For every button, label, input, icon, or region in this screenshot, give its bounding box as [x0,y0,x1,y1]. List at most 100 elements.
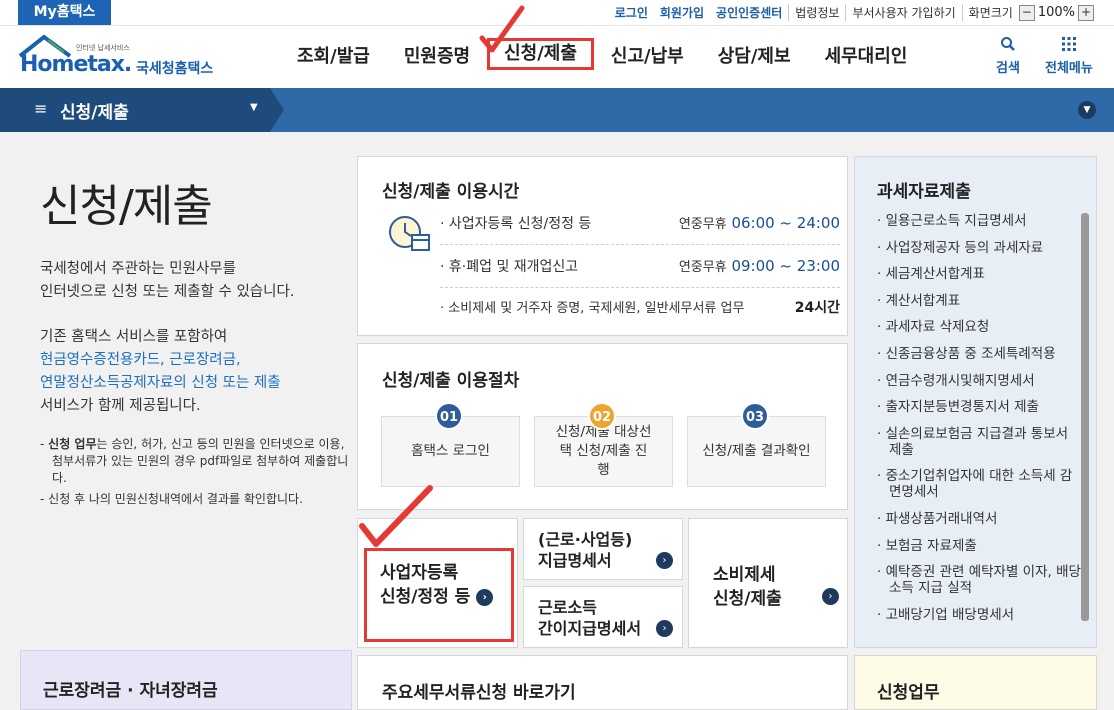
tile-label: 소비제세 신청/제출 [713,563,782,611]
note-text: 는 승인, 허가, 신고 등의 민원을 인터넷으로 이용, 첨부서류가 있는 민… [52,437,349,485]
tax-data-submission-panel: 과세자료제출 · 일용근로소득 지급명세서 · 사업장제공자 등의 과세자료 ·… [854,156,1097,648]
hours-row: · 휴·폐업 및 재개업신고 연중무휴 09:00 ~ 23:00 [440,256,840,276]
chevron-down-icon[interactable]: ▼ [1078,101,1096,119]
divider [440,287,840,288]
intro-section: 신청/제출 국세청에서 주관하는 민원사무를 인터넷으로 신청 또는 제출할 수… [40,170,350,512]
list-item-text: 중소기업취업자에 대한 소득세 감면명세서 [885,468,1073,501]
card-title: 주요세무서류신청 바로가기 [382,683,576,703]
login-link[interactable]: 로그인 [609,4,654,21]
step-number: 01 [435,402,463,430]
hamburger-icon: ≡ [34,99,48,118]
panel-list-item[interactable]: · 보험금 자료제출 [877,538,1082,554]
full-menu-button[interactable]: 전체메뉴 [1045,36,1093,76]
tile-label-line: 지급명세서 [538,551,612,570]
panel-list-item[interactable]: · 세금계산서합계표 [877,266,1082,282]
logo-wordmark: Hometax. [20,52,132,77]
screen-size-label: 화면크기 [961,4,1019,21]
list-item-text: 사업장제공자 등의 과세자료 [885,239,1044,256]
panel-list-item[interactable]: · 실손의료보험금 지급결과 통보서 제출 [877,426,1082,458]
panel-scrollbar[interactable] [1081,213,1089,621]
breadcrumb-arrow [270,88,284,132]
list-item-text: 일용근로소득 지급명세서 [885,213,1027,229]
tile-label: (근로·사업등) 지급명세서 [538,529,632,571]
section-title: 신청/제출 [60,103,129,123]
panel-list: · 일용근로소득 지급명세서 · 사업장제공자 등의 과세자료 · 세금계산서합… [877,213,1082,633]
section-dropdown[interactable]: ≡ 신청/제출 ▼ [0,88,270,132]
hours-row-range: 24시간 [794,300,840,316]
hours-row-time: 연중무휴 09:00 ~ 23:00 [679,256,840,276]
simple-statement-tile[interactable]: 근로소득 간이지급명세서 › [523,586,683,648]
nav-tax-agent[interactable]: 세무대리인 [808,26,925,88]
full-menu-label: 전체메뉴 [1045,61,1093,76]
panel-list-item[interactable]: · 연금수령개시및해지명세서 [877,373,1082,389]
hours-row-time: 연중무휴 06:00 ~ 24:00 [679,213,840,233]
panel-list-item[interactable]: · 고배당기업 배당명세서 [877,607,1082,623]
list-item-text: 신종금융상품 중 조세특례적용 [885,345,1056,362]
intro-highlight-link[interactable]: 연말정산소득공제자료의 신청 또는 제출 [40,372,350,395]
global-nav: 조회/발급 민원증명 신청/제출 신고/납부 상담/제보 세무대리인 [280,26,924,88]
hours-row: · 사업자등록 신청/정정 등 연중무휴 06:00 ~ 24:00 [440,213,840,233]
nav-report-pay[interactable]: 신고/납부 [594,26,701,88]
tile-label-line: 신청/제출 [713,589,782,609]
chevron-right-icon: › [656,552,673,569]
panel-list-item[interactable]: · 중소기업취업자에 대한 소득세 감면명세서 [877,468,1082,500]
note-item: - 신청 업무는 승인, 허가, 신고 등의 민원을 인터넷으로 이용, 첨부서… [40,437,349,485]
intro-notes: - 신청 업무는 승인, 허가, 신고 등의 민원을 인터넷으로 이용, 첨부서… [40,436,350,508]
list-item-text: 고배당기업 배당명세서 [885,606,1015,623]
grid-menu-icon [1045,36,1093,57]
red-check-annotation-icon [359,485,433,547]
earned-income-credit-card: 근로장려금 · 자녀장려금 [20,650,352,710]
hours-card: 신청/제출 이용시간 · 사업자등록 신청/정정 등 연중무휴 06:00 ~ … [357,156,848,336]
logo-korean-name: 국세청홈택스 [136,61,214,77]
list-item-text: 파생상품거래내역서 [885,510,998,527]
zoom-in-button[interactable]: + [1078,4,1094,21]
cert-center-link[interactable]: 공인인증센터 [710,4,788,21]
panel-list-item[interactable]: · 예탁증권 관련 예탁자별 이자, 배당소득 지급 실적 [877,564,1082,596]
hours-row: · 소비제세 및 거주자 증명, 국제세원, 일반세무서류 업무 24시간 [440,297,840,317]
panel-title: 과세자료제출 [877,182,971,202]
nav-consult-report[interactable]: 상담/제보 [701,26,808,88]
panel-list-item[interactable]: · 파생상품거래내역서 [877,511,1082,527]
list-item-text: 과세자료 삭제요청 [885,319,990,336]
major-docs-shortcut-card: 주요세무서류신청 바로가기 [357,655,848,710]
step-number: 03 [741,402,769,430]
search-icon [996,36,1020,57]
list-item-text: 실손의료보험금 지급결과 통보서 제출 [885,425,1069,458]
application-tasks-card: 신청업무 [854,655,1097,710]
my-hometax-button[interactable]: My홈택스 [18,0,111,25]
card-title: 신청업무 [877,683,940,703]
red-check-annotation-icon [479,5,525,53]
hometax-logo[interactable]: 인터넷 납세서비스 Hometax. 국세청홈택스 [18,34,228,84]
panel-list-item[interactable]: · 일용근로소득 지급명세서 [877,213,1082,229]
intro-highlight-link[interactable]: 현금영수증전용카드, 근로장려금, [40,349,350,372]
search-label: 검색 [996,61,1020,76]
tile-label-line: 소비제세 [713,565,776,585]
hours-row-label: · 사업자등록 신청/정정 등 [440,216,592,232]
hours-row-when: 연중무휴 [678,217,727,232]
tile-label-line: (근로·사업등) [538,530,633,549]
intro-text: 국세청에서 주관하는 민원사무를 [40,261,236,277]
panel-list-item[interactable]: · 사업장제공자 등의 과세자료 [877,240,1082,256]
panel-list-item[interactable]: · 과세자료 삭제요청 [877,319,1082,335]
panel-list-item[interactable]: · 신종금융상품 중 조세특례적용 [877,346,1082,362]
list-item-text: 출자지분등변경통지서 제출 [885,399,1039,416]
search-button[interactable]: 검색 [996,36,1020,76]
page-title: 신청/제출 [40,181,213,232]
signup-link[interactable]: 회원가입 [654,4,710,21]
zoom-out-button[interactable]: − [1018,4,1035,21]
intro-text: 인터넷으로 신청 또는 제출할 수 있습니다. [40,284,295,300]
law-info-link[interactable]: 법령정보 [788,4,845,21]
hours-row-label: · 휴·폐업 및 재개업신고 [440,259,579,275]
wage-statement-tile[interactable]: (근로·사업등) 지급명세서 › [523,518,683,580]
excise-tax-tile[interactable]: 소비제세 신청/제출 › [688,518,848,648]
dept-user-signup-link[interactable]: 부서사용자 가입하기 [845,4,961,21]
divider [440,244,840,245]
nav-civil-certificate[interactable]: 민원증명 [387,26,487,88]
note-item: - 신청 후 나의 민원신청내역에서 결과를 확인합니다. [40,492,303,506]
hours-row-label: · 소비제세 및 거주자 증명, 국제세원, 일반세무서류 업무 [440,301,745,316]
panel-list-item[interactable]: · 출자지분등변경통지서 제출 [877,399,1082,415]
nav-lookup-issue[interactable]: 조회/발급 [280,26,387,88]
zoom-value: 100% [1037,5,1075,20]
panel-list-item[interactable]: · 계산서합계표 [877,293,1082,309]
note-text: 신청 후 나의 민원신청내역에서 결과를 확인합니다. [48,492,303,506]
